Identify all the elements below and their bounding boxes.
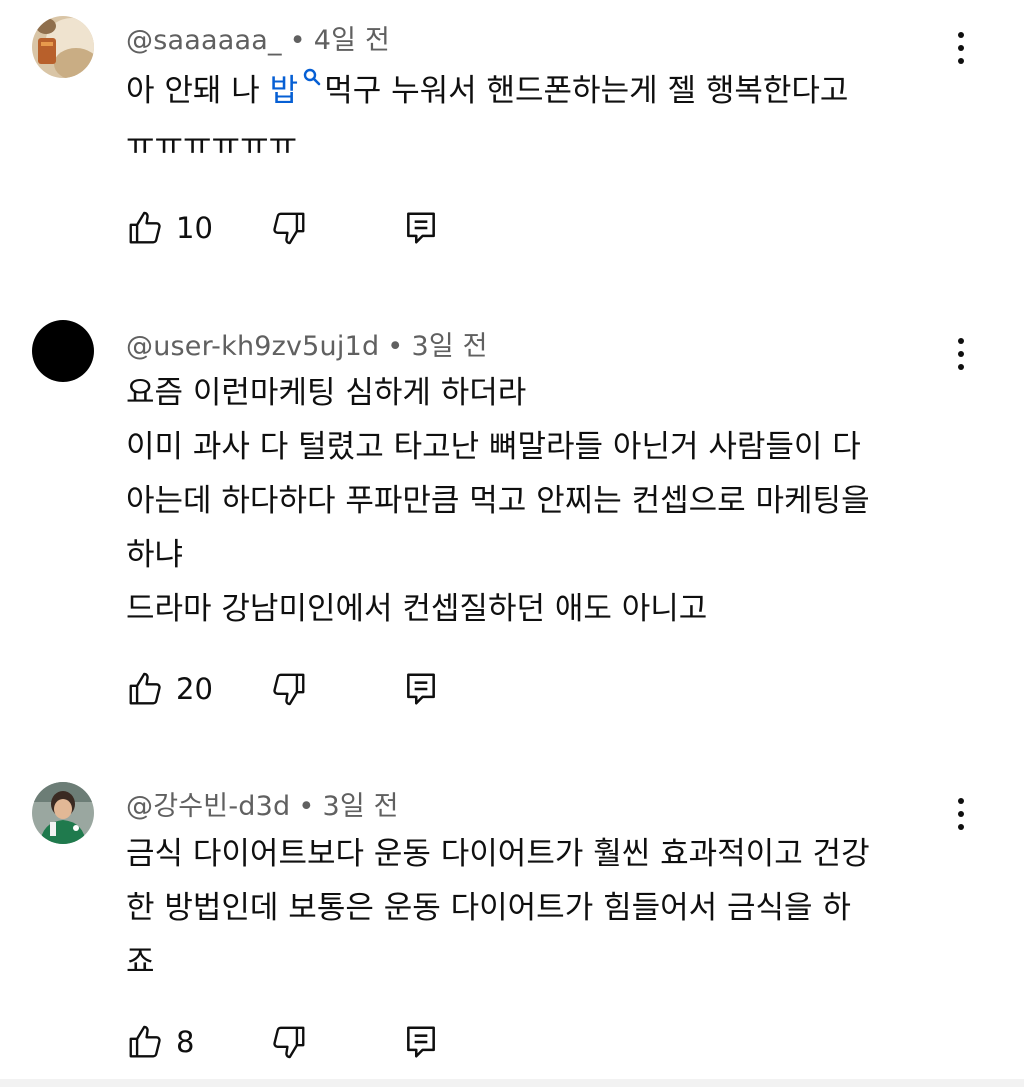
text-line: 한 방법인데 보통은 운동 다이어트가 힘들어서 금식을 하 [126,890,851,926]
reply-icon [407,673,435,705]
avatar-photo [32,16,94,78]
text-line: 죠 [126,944,155,980]
thumb-down-icon [273,1026,305,1059]
avatar[interactable] [32,782,94,844]
avatar[interactable] [32,16,94,78]
search-link[interactable]: 밥 [270,68,325,109]
like-button[interactable]: 20 [126,667,213,711]
comment-meta: @saaaaaa_ • 4일 전 [126,18,390,57]
avatar[interactable] [32,320,94,382]
dislike-button[interactable] [270,1020,308,1064]
like-count: 8 [176,1025,195,1059]
comment-time: 3일 전 [411,331,488,362]
comment-time: 3일 전 [322,791,399,822]
reply-icon [407,1026,435,1058]
thumb-up-icon [129,1025,161,1058]
text-line: 드라마 강남미인에서 컨셉질하던 애도 아니고 [126,591,708,627]
search-link-text[interactable]: 밥 [270,73,299,109]
author-name[interactable]: @강수빈-d3d [126,791,290,822]
text-line: 이미 과사 다 털렸고 타고난 뼈말라들 아닌거 사람들이 다 [126,429,861,465]
like-button[interactable]: 8 [126,1020,194,1064]
thumb-down-icon [273,212,305,245]
dislike-button[interactable] [270,206,308,250]
text-segment: 아 안돼 나 [126,73,270,109]
reply-button[interactable] [402,206,440,250]
more-options-button[interactable] [946,28,976,68]
thumb-down-icon [273,673,305,706]
text-segment: 먹구 누워서 핸드폰하는게 젤 행복한다고 [324,73,849,109]
thumb-up-icon [129,211,161,244]
comment-meta: @user-kh9zv5uj1d • 3일 전 [126,324,488,363]
reply-icon [407,212,435,244]
dislike-button[interactable] [270,667,308,711]
like-count: 20 [176,672,213,706]
author-name[interactable]: @user-kh9zv5uj1d [126,331,379,362]
like-count: 10 [176,211,213,245]
reply-button[interactable] [402,1020,440,1064]
text-line: 금식 다이어트보다 운동 다이어트가 훨씬 효과적이고 건강 [126,836,870,872]
comment-time: 4일 전 [313,25,391,56]
reply-button[interactable] [402,667,440,711]
search-icon [303,68,321,86]
meta-separator: • [387,331,404,362]
comment-text: 요즘 이런마케팅 심하게 하더라 이미 과사 다 털렸고 타고난 뼈말라들 아닌… [126,366,964,636]
avatar-photo [32,782,94,844]
meta-separator: • [289,25,306,56]
author-name[interactable]: @saaaaaa_ [126,25,282,56]
comment-text: 금식 다이어트보다 운동 다이어트가 훨씬 효과적이고 건강 한 방법인데 보통… [126,827,964,989]
bottom-divider [0,1079,1024,1087]
text-line: ㅠㅠㅠㅠㅠㅠ [126,127,298,163]
comment-meta: @강수빈-d3d • 3일 전 [126,784,399,823]
meta-separator: • [298,791,315,822]
thumb-up-icon [129,672,161,705]
comment-text: 아 안돼 나 밥 먹구 누워서 핸드폰하는게 젤 행복한다고 ㅠㅠㅠㅠㅠㅠ [126,64,964,172]
like-button[interactable]: 10 [126,206,213,250]
text-line: 하냐 [126,537,184,573]
text-line: 요즘 이런마케팅 심하게 하더라 [126,375,527,411]
text-line: 아는데 하다하다 푸파만큼 먹고 안찌는 컨셉으로 마케팅을 [126,483,870,519]
